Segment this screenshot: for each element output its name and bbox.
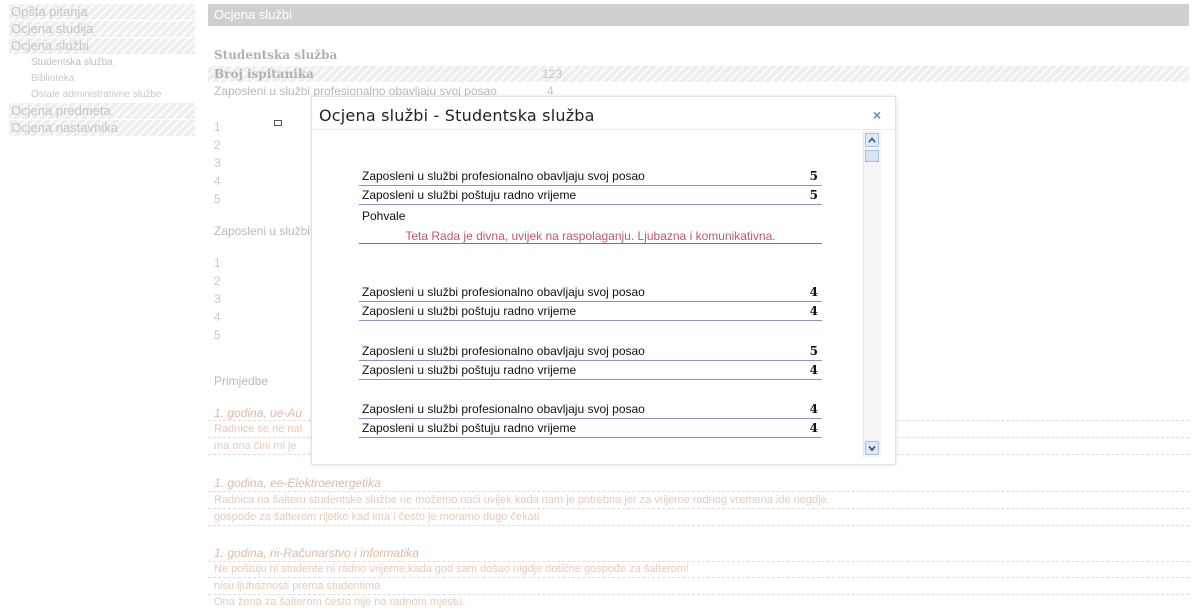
praise-text: Teta Rada je divna, uvijek na raspolagan… — [405, 229, 776, 243]
scale2-3: 3 — [214, 292, 221, 306]
scroll-down-button[interactable] — [865, 441, 879, 455]
checkbox-icon — [274, 120, 282, 126]
rating-value: 4 — [809, 363, 818, 377]
nav-item-ocjena-sluzbi[interactable]: Ocjena službi — [9, 38, 195, 55]
rating-row: Zaposleni u službi profesionalno obavlja… — [359, 283, 822, 302]
rating-row: Zaposleni u službi poštuju radno vrijeme… — [359, 361, 822, 380]
rating-value: 5 — [809, 344, 818, 358]
dialog-scrollbar[interactable] — [863, 131, 881, 457]
rating-row: Zaposleni u službi poštuju radno vrijeme… — [359, 302, 822, 321]
divider — [208, 561, 1189, 562]
scale-5: 5 — [214, 192, 221, 206]
rating-row: Zaposleni u službi poštuju radno vrijeme… — [359, 419, 822, 438]
scale2-4: 4 — [214, 310, 221, 324]
remark-line: Ne poštuju ni studente ni radno vrijeme,… — [214, 563, 690, 575]
remark-group-heading: 1. godina, rii-Računarstvo i informatika — [214, 546, 419, 560]
praise-label: Pohvale — [362, 209, 406, 223]
rating-row: Zaposleni u službi profesionalno obavlja… — [359, 167, 822, 186]
nav-subitem-ostale-sluzbe[interactable]: Ostale administrativne službe — [9, 87, 195, 103]
divider — [208, 508, 1189, 509]
remark-line: Ona žena za šalterom često nije na radno… — [214, 596, 466, 608]
divider — [208, 577, 1189, 578]
nav-subitem-biblioteka[interactable]: Biblioteka — [9, 71, 195, 87]
scale2-1: 1 — [214, 256, 221, 270]
dialog-title: Ocjena službi - Studentska služba — [319, 106, 595, 125]
respondents-row-bg — [208, 66, 1189, 82]
rating-value: 4 — [809, 304, 818, 318]
service-name: Studentska služba — [214, 48, 338, 62]
scale-2: 2 — [214, 138, 221, 152]
rating-question: Zaposleni u službi poštuju radno vrijeme — [362, 421, 577, 435]
nav-item-ocjena-predmeta[interactable]: Ocjena predmeta — [9, 103, 195, 120]
rating-question: Zaposleni u službi poštuju radno vrijeme — [362, 363, 577, 377]
page-title: Ocjena službi — [208, 4, 1189, 26]
remark-line: nisu ljubaznosti prema studentima — [214, 580, 381, 592]
nav-item-ocjena-nastavnika[interactable]: Ocjena nastavnika — [9, 120, 195, 137]
remark-line: ma ona čini mi je — [214, 440, 297, 452]
rating-value: 5 — [809, 169, 818, 183]
remark-line: Radnice se ne nal — [214, 423, 303, 435]
nav-item-ocjena-studija[interactable]: Ocjena studija — [9, 21, 195, 38]
rating-question: Zaposleni u službi profesionalno obavlja… — [362, 285, 645, 299]
rating-question: Zaposleni u službi profesionalno obavlja… — [362, 344, 645, 358]
scroll-up-button[interactable] — [865, 133, 879, 147]
rating-row: Zaposleni u službi poštuju radno vrijeme… — [359, 186, 822, 205]
sidebar-nav: Opšta pitanja Ocjena studija Ocjena služ… — [9, 4, 195, 137]
rating-value: 5 — [809, 188, 818, 202]
nav-subitem-studentska-sluzba[interactable]: Studentska služba — [9, 55, 195, 71]
scale2-5: 5 — [214, 328, 221, 342]
rating-value: 4 — [809, 421, 818, 435]
chevron-down-icon — [868, 445, 876, 452]
rating-question: Zaposleni u službi profesionalno obavlja… — [362, 402, 645, 416]
rating-row: Zaposleni u službi profesionalno obavlja… — [359, 342, 822, 361]
divider — [208, 594, 1189, 595]
remark-group-heading: 1. godina, ee-Elektroenergetika — [214, 476, 381, 490]
scale-3: 3 — [214, 156, 221, 170]
divider — [208, 525, 1189, 526]
dialog-content: Zaposleni u službi profesionalno obavlja… — [318, 131, 864, 459]
scale-1: 1 — [214, 120, 221, 134]
divider — [208, 491, 1189, 492]
respondents-label: Broj ispitanika — [214, 67, 314, 81]
remarks-label: Primjedbe — [214, 374, 269, 388]
chevron-up-icon — [868, 137, 876, 143]
remark-line: gospođe za šalterom rijetko kad ima i če… — [214, 511, 540, 523]
dialog-divider — [312, 129, 895, 130]
rating-row: Zaposleni u službi profesionalno obavlja… — [359, 400, 822, 419]
question2-label: Zaposleni u službi — [214, 224, 311, 238]
rating-dialog: Ocjena službi - Studentska služba × Zapo… — [311, 96, 896, 465]
close-icon[interactable]: × — [873, 107, 881, 123]
scale2-2: 2 — [214, 274, 221, 288]
rating-value: 4 — [809, 285, 818, 299]
rating-value: 4 — [809, 402, 818, 416]
rating-question: Zaposleni u službi poštuju radno vrijeme — [362, 304, 577, 318]
respondents-value: 123 — [542, 67, 563, 81]
praise-row: Teta Rada je divna, uvijek na raspolagan… — [359, 225, 822, 244]
rating-question: Zaposleni u službi profesionalno obavlja… — [362, 169, 645, 183]
remark-group-heading: 1. godina, ue-Au — [214, 406, 303, 420]
remark-line: Radnica na šalteru studentske službe ne … — [214, 494, 830, 506]
nav-item-opsta-pitanja[interactable]: Opšta pitanja — [9, 4, 195, 21]
rating-question: Zaposleni u službi poštuju radno vrijeme — [362, 188, 577, 202]
scale-4: 4 — [214, 174, 221, 188]
scroll-thumb[interactable] — [865, 150, 879, 162]
